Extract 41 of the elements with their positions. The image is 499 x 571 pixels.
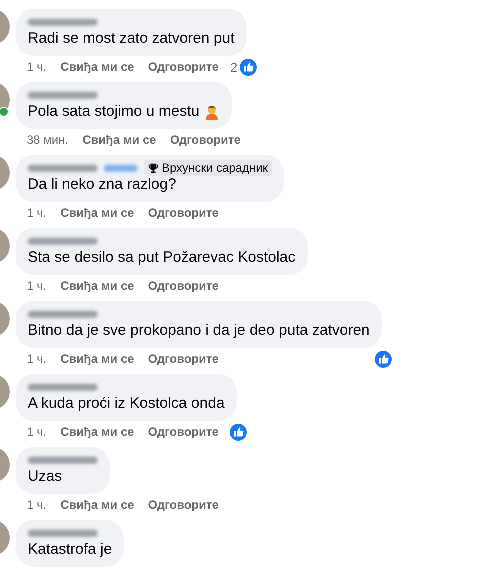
comment-text: Pola sata stojimo u mestu [28, 102, 200, 121]
comment-text: Sta se desilo sa put Požarevac Kostolac [28, 248, 296, 267]
timestamp[interactable]: 1 ч. [27, 425, 47, 439]
like-link[interactable]: Свиђа ми се [60, 279, 134, 293]
like-link[interactable]: Свиђа ми се [60, 425, 134, 439]
blurred-name [28, 456, 98, 464]
comment-text: Uzas [28, 467, 62, 486]
like-link[interactable]: Свиђа ми се [60, 498, 134, 512]
timestamp[interactable]: 1 ч. [27, 279, 47, 293]
blurred-name [28, 310, 98, 318]
reply-link[interactable]: Одговорите [170, 133, 241, 147]
blurred-name [28, 530, 98, 536]
timestamp[interactable]: 1 ч. [27, 60, 47, 74]
reaction-count[interactable]: 2 [230, 60, 238, 75]
like-link[interactable]: Свиђа ми се [60, 352, 134, 366]
reply-link[interactable]: Одговорите [148, 352, 219, 366]
blurred-name [28, 238, 98, 244]
comment-text: Da li neko zna razlog? [28, 175, 176, 194]
comment-text: A kuda proći iz Kostolca onda [28, 394, 225, 413]
reply-link[interactable]: Одговорите [148, 498, 219, 512]
badge-label: Врхунски сарадник [162, 161, 268, 175]
timestamp[interactable]: 38 мин. [27, 133, 69, 147]
timestamp[interactable]: 1 ч. [27, 498, 47, 512]
comment-text: Bitno da je sve prokopano i da je deo puta zatvoren [28, 321, 370, 340]
blurred-name [28, 92, 98, 98]
like-link[interactable]: Свиђа ми се [60, 206, 134, 220]
blurred-badge [104, 164, 138, 172]
reply-link[interactable]: Одговорите [148, 206, 219, 220]
comment-text: Radi se most zato zatvoren put [28, 29, 235, 48]
timestamp[interactable]: 1 ч. [27, 206, 47, 220]
reply-link[interactable]: Одговорите [148, 279, 219, 293]
comment-text: Katastrofa je [28, 540, 112, 559]
blurred-name [28, 18, 98, 26]
reply-link[interactable]: Одговорите [148, 60, 219, 74]
like-link[interactable]: Свиђа ми се [60, 60, 134, 74]
timestamp[interactable]: 1 ч. [27, 352, 47, 366]
like-link[interactable]: Свиђа ми се [82, 133, 156, 147]
trophy-icon [148, 162, 159, 174]
blurred-name [28, 164, 98, 172]
blurred-name [28, 384, 98, 390]
reply-link[interactable]: Одговорите [148, 425, 219, 439]
